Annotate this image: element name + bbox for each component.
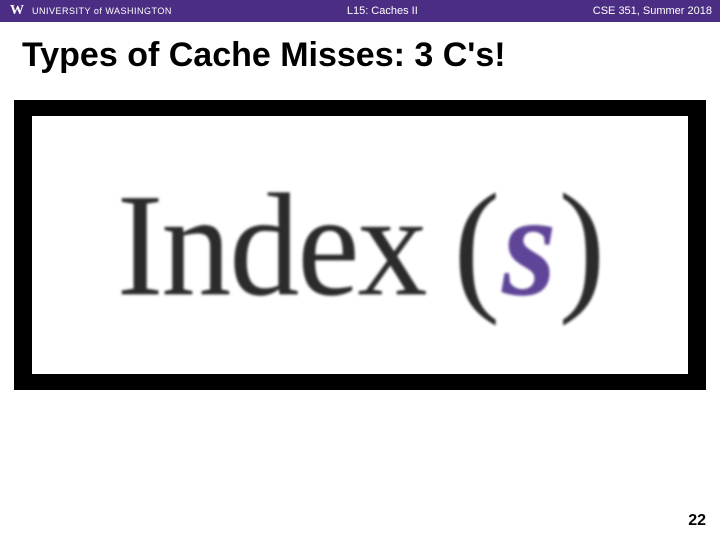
overlay-text: Index ( s ) xyxy=(117,160,604,329)
overlay-rparen: ) xyxy=(559,160,604,329)
overlay-lparen: ( xyxy=(454,160,499,329)
page-number: 22 xyxy=(688,512,706,530)
overlay-word: Index xyxy=(117,160,426,329)
university-name: UNIVERSITY of WASHINGTON xyxy=(32,6,172,16)
slide: W UNIVERSITY of WASHINGTON L15: Caches I… xyxy=(0,0,720,540)
course-label: CSE 351, Summer 2018 xyxy=(593,5,712,17)
lecture-label: L15: Caches II xyxy=(172,5,593,17)
logo-w-icon: W xyxy=(8,4,26,18)
header-bar: W UNIVERSITY of WASHINGTON L15: Caches I… xyxy=(0,0,720,22)
overlay-variable: s xyxy=(498,160,558,329)
university-logo: W UNIVERSITY of WASHINGTON xyxy=(8,4,172,18)
slide-title: Types of Cache Misses: 3 C's! xyxy=(0,22,720,85)
overlay-inset: Index ( s ) xyxy=(32,116,688,374)
overlay-panel: Index ( s ) xyxy=(14,100,706,390)
